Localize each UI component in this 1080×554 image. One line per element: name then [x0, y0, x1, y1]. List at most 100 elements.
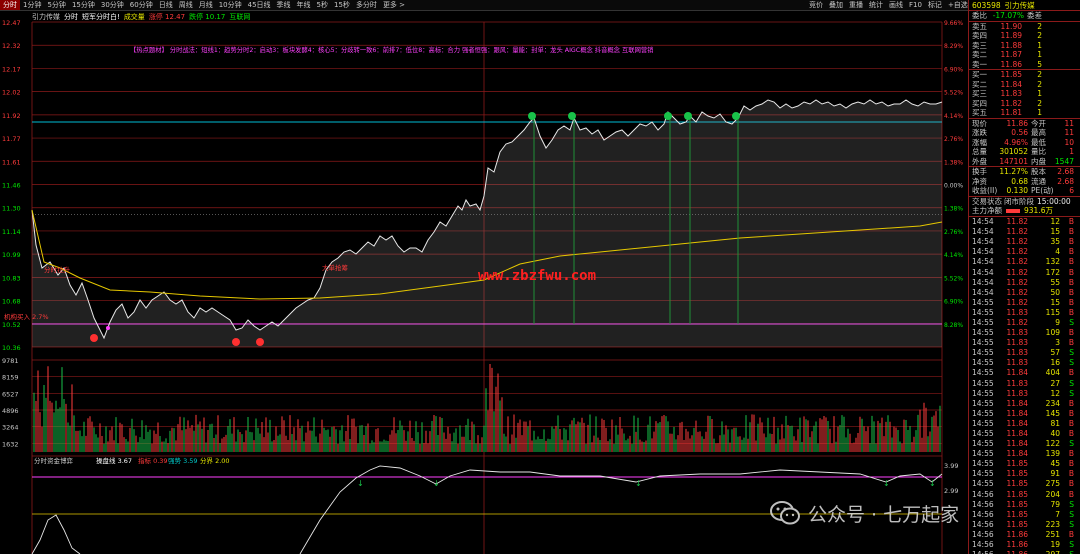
y-axis-label: 3264 — [2, 424, 19, 432]
chart-tools: 竞价叠加重播统计画线F10标记+自选返回 — [806, 0, 991, 11]
period-tab[interactable]: 45日线 — [245, 0, 274, 10]
sell-signal-icon[interactable] — [528, 112, 536, 120]
trading-terminal: 12.47 12.32 12.17 12.02 11.92 11.77 11.61 11.46… — [0, 0, 1080, 554]
tick-time: 14:55 — [972, 307, 994, 317]
buy-signal-icon[interactable] — [256, 338, 264, 346]
tick-volume: 115 — [1045, 307, 1060, 317]
period-tab[interactable]: 季线 — [274, 0, 294, 10]
sell-signal-icon[interactable] — [664, 112, 672, 120]
quote-stock-name: 引力传媒 — [1004, 0, 1035, 10]
buy-row[interactable]: 买五 11.81 1 — [969, 108, 1080, 118]
site-watermark: www.zbzfwu.com — [478, 268, 597, 284]
indicator-label: 指标 0.39 — [138, 456, 168, 465]
tick-side: B — [1068, 287, 1074, 297]
tick-volume: 234 — [1045, 398, 1060, 408]
period-tab[interactable]: 年线 — [294, 0, 314, 10]
tick-price: 11.82 — [1006, 227, 1028, 237]
tool-button[interactable]: 重播 — [846, 0, 866, 11]
tick-side: B — [1068, 217, 1074, 227]
tick-row: 14:54 11.82 50 B — [969, 287, 1080, 297]
period-tab[interactable]: 15分钟 — [69, 0, 98, 10]
pct-axis-label: 6.90% — [944, 66, 963, 73]
tick-list[interactable]: 14:54 11.82 12 B 14:54 11.82 15 B 14:54 11.82 35 B 1… — [969, 217, 1080, 554]
weicha-label: 委差 — [1027, 11, 1042, 21]
pct-axis-label: 5.52% — [944, 275, 963, 282]
buy-signal-icon[interactable] — [90, 334, 98, 342]
level-label: 卖一 — [972, 59, 987, 69]
tool-button[interactable]: 统计 — [866, 0, 886, 11]
period-tab[interactable]: 月线 — [196, 0, 216, 10]
tick-volume: 275 — [1045, 479, 1060, 489]
webi-label: 委比 — [972, 11, 987, 21]
tick-time: 14:56 — [972, 509, 994, 519]
period-tab[interactable]: 更多 > — [380, 0, 408, 10]
main-flow-value: 931.6万 — [1024, 206, 1053, 216]
tick-row: 14:55 11.83 3 B — [969, 338, 1080, 348]
sell-row[interactable]: 卖一 11.86 5 — [969, 60, 1080, 70]
tick-volume: 109 — [1045, 328, 1060, 338]
period-tab[interactable]: 10分钟 — [216, 0, 245, 10]
period-tab[interactable]: 60分钟 — [127, 0, 156, 10]
period-tab[interactable]: 分时 — [0, 0, 20, 10]
tool-button[interactable]: 标记 — [925, 0, 945, 11]
tick-side: S — [1069, 540, 1074, 550]
sector-tag: 互联网 — [229, 13, 251, 21]
hot-topic-banner: 【热点题材】 分时战法：短线1：趋势分时2：启动3：板块发酵4：核心5：分歧转一… — [130, 45, 653, 54]
tick-price: 11.83 — [1006, 388, 1028, 398]
limit-down-tag: 跌停 10.17 — [189, 13, 226, 21]
period-tab[interactable]: 5分钟 — [44, 0, 68, 10]
period-tab[interactable]: 30分钟 — [98, 0, 127, 10]
mode-label: 分时 — [64, 13, 78, 21]
limit-up-tag: 涨停 12.47 — [148, 13, 186, 21]
tick-side: S — [1069, 388, 1074, 398]
tool-button[interactable]: 叠加 — [826, 0, 846, 11]
tick-time: 14:55 — [972, 439, 994, 449]
buy-signal-icon[interactable] — [232, 338, 240, 346]
period-tab[interactable]: 多分时 — [353, 0, 380, 10]
y-axis-label: 11.61 — [2, 158, 21, 166]
stat-value: 11 — [1064, 128, 1074, 138]
pct-axis-label: 1.38% — [944, 206, 963, 213]
tick-volume: 15 — [1050, 227, 1060, 237]
indicator-label: 操盘线 3.67 — [96, 456, 132, 465]
tick-time: 14:54 — [972, 227, 994, 237]
sell-signal-icon[interactable] — [732, 112, 740, 120]
down-arrow-icon: ↓ — [433, 479, 440, 488]
tick-volume: 4 — [1055, 247, 1060, 257]
level-volume: 5 — [1037, 59, 1042, 69]
low-buy-annotation: 机构买入 2.7% — [4, 312, 49, 321]
tick-side: B — [1068, 429, 1074, 439]
tick-price: 11.82 — [1006, 317, 1028, 327]
period-tab[interactable]: 5秒 — [314, 0, 331, 10]
period-tab[interactable]: 周线 — [176, 0, 196, 10]
tool-button[interactable]: 画线 — [886, 0, 906, 11]
tick-side: B — [1068, 479, 1074, 489]
tick-volume: 27 — [1050, 378, 1060, 388]
y-axis-label: 11.30 — [2, 205, 21, 213]
tick-volume: 79 — [1050, 499, 1060, 509]
sell-signal-icon[interactable] — [684, 112, 692, 120]
tick-row: 14:54 11.82 172 B — [969, 267, 1080, 277]
tool-button[interactable]: F10 — [906, 0, 925, 11]
tick-row: 14:55 11.85 45 B — [969, 459, 1080, 469]
tick-row: 14:55 11.83 12 S — [969, 388, 1080, 398]
tick-side: B — [1068, 227, 1074, 237]
webi-row: 委比 -17.07% 委差 — [969, 11, 1080, 21]
tick-time: 14:56 — [972, 519, 994, 529]
tool-button[interactable]: +自选 — [945, 0, 971, 11]
tick-side: B — [1068, 328, 1074, 338]
tool-button[interactable]: 竞价 — [806, 0, 826, 11]
period-tab[interactable]: 日线 — [156, 0, 176, 10]
tick-volume: 7 — [1055, 509, 1060, 519]
sell-signal-icon[interactable] — [568, 112, 576, 120]
main-flow-bar — [1006, 208, 1020, 213]
volume-tag: 成交量 — [123, 13, 145, 21]
period-tab[interactable]: 1分钟 — [20, 0, 44, 10]
breakout-annotation: 大单抢筹 — [322, 263, 349, 272]
price-area — [32, 100, 942, 347]
tick-price: 11.83 — [1006, 328, 1028, 338]
tick-side: B — [1068, 277, 1074, 287]
pct-axis-label: 9.66% — [944, 20, 963, 27]
period-tab[interactable]: 15秒 — [331, 0, 353, 10]
tick-volume: 139 — [1045, 449, 1060, 459]
